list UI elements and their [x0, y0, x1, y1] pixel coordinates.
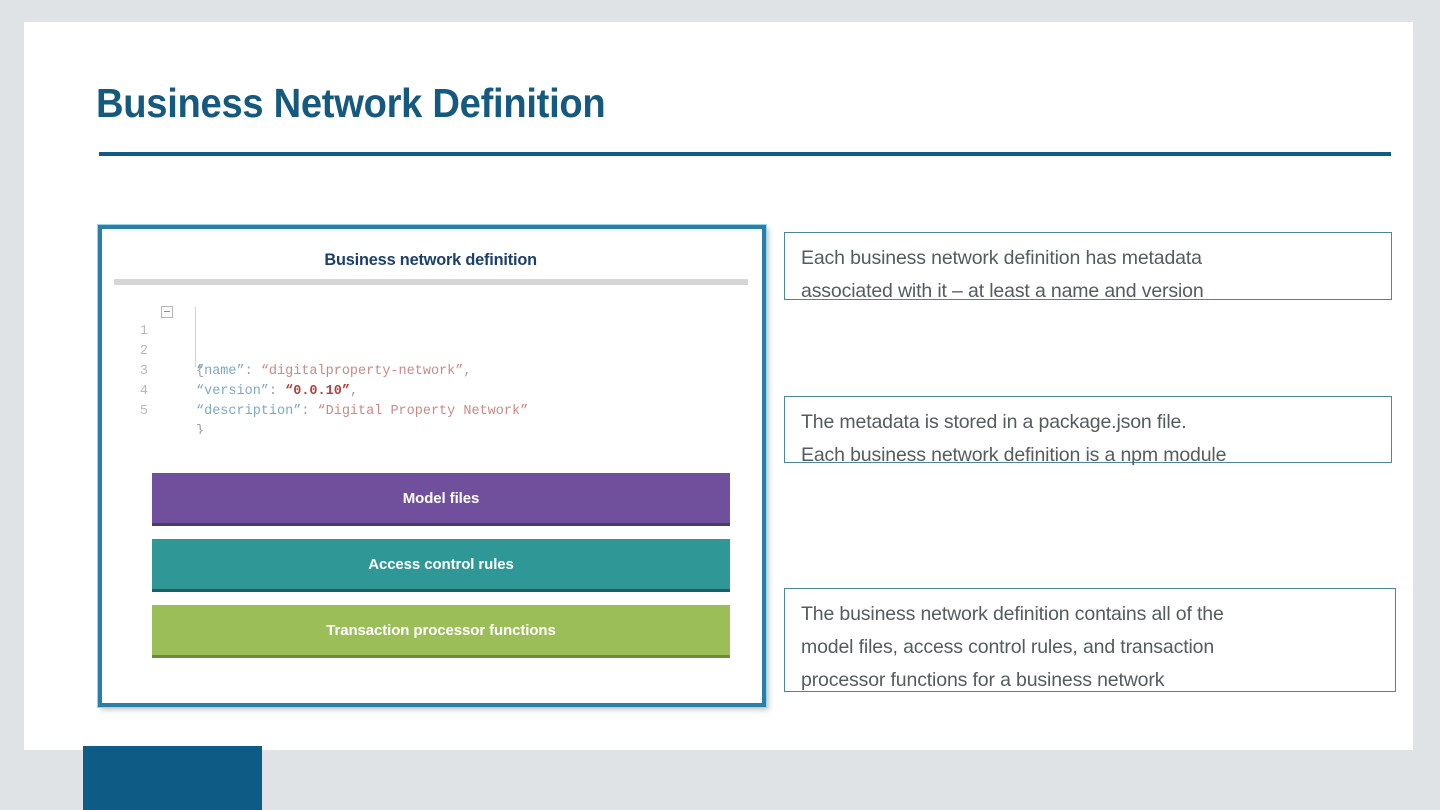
code-line: 4 “description”: “Digital Property Netwo… [114, 362, 748, 419]
code-card-header: Business network definition [114, 241, 748, 279]
page-title: Business Network Definition [96, 80, 606, 126]
callout-line: associated with it – at least a name and… [801, 280, 1204, 302]
stack-bar-access-control-rules: Access control rules [152, 539, 730, 592]
callout-line: Each business network definition has met… [801, 247, 1202, 269]
callout-line: The metadata is stored in a package.json… [801, 411, 1187, 433]
footer-accent-block [83, 746, 262, 810]
code-token-colon: : [301, 404, 318, 419]
diagram-inner: Business network definition 1 { 2 “name”… [102, 229, 762, 703]
code-card-title: Business network definition [324, 250, 538, 269]
callout-line: processor functions for a business netwo… [801, 669, 1165, 691]
code-line: 2 “name”: “digitalproperty-network”, [114, 322, 748, 379]
stack-bar-transaction-processor-functions: Transaction processor functions [152, 605, 730, 658]
slide-surface: Business Network Definition Business net… [24, 22, 1413, 750]
title-underline-rule [99, 152, 1391, 156]
callout-contents: The business network definition contains… [784, 588, 1396, 692]
code-editor-body: 1 { 2 “name”: “digitalproperty-network”,… [114, 285, 748, 434]
code-card: Business network definition 1 { 2 “name”… [114, 241, 748, 434]
callout-package-json: The metadata is stored in a package.json… [784, 396, 1392, 466]
code-line: 3 “version”: “0.0.10”, [114, 342, 748, 399]
slide-root: Business Network Definition Business net… [0, 0, 1440, 810]
code-line: 1 { [114, 302, 748, 379]
code-token-value: “Digital Property Network” [317, 404, 529, 419]
diagram-frame: Business network definition 1 { 2 “name”… [97, 224, 767, 708]
callout-line: Each business network definition is a np… [801, 444, 1227, 466]
collapse-minus-icon[interactable] [161, 306, 173, 318]
callout-line: The business network definition contains… [801, 603, 1224, 625]
stack-bar-model-files: Model files [152, 473, 730, 526]
callout-metadata: Each business network definition has met… [784, 232, 1392, 302]
code-token-group: “description”: “Digital Property Network… [196, 402, 528, 422]
callout-line: model files, access control rules, and t… [801, 636, 1215, 658]
line-number: 5 [139, 404, 148, 419]
code-line: 5 } [114, 382, 748, 434]
component-stack: Model files Access control rules Transac… [114, 447, 748, 677]
code-token-brace-close: } [196, 424, 205, 434]
